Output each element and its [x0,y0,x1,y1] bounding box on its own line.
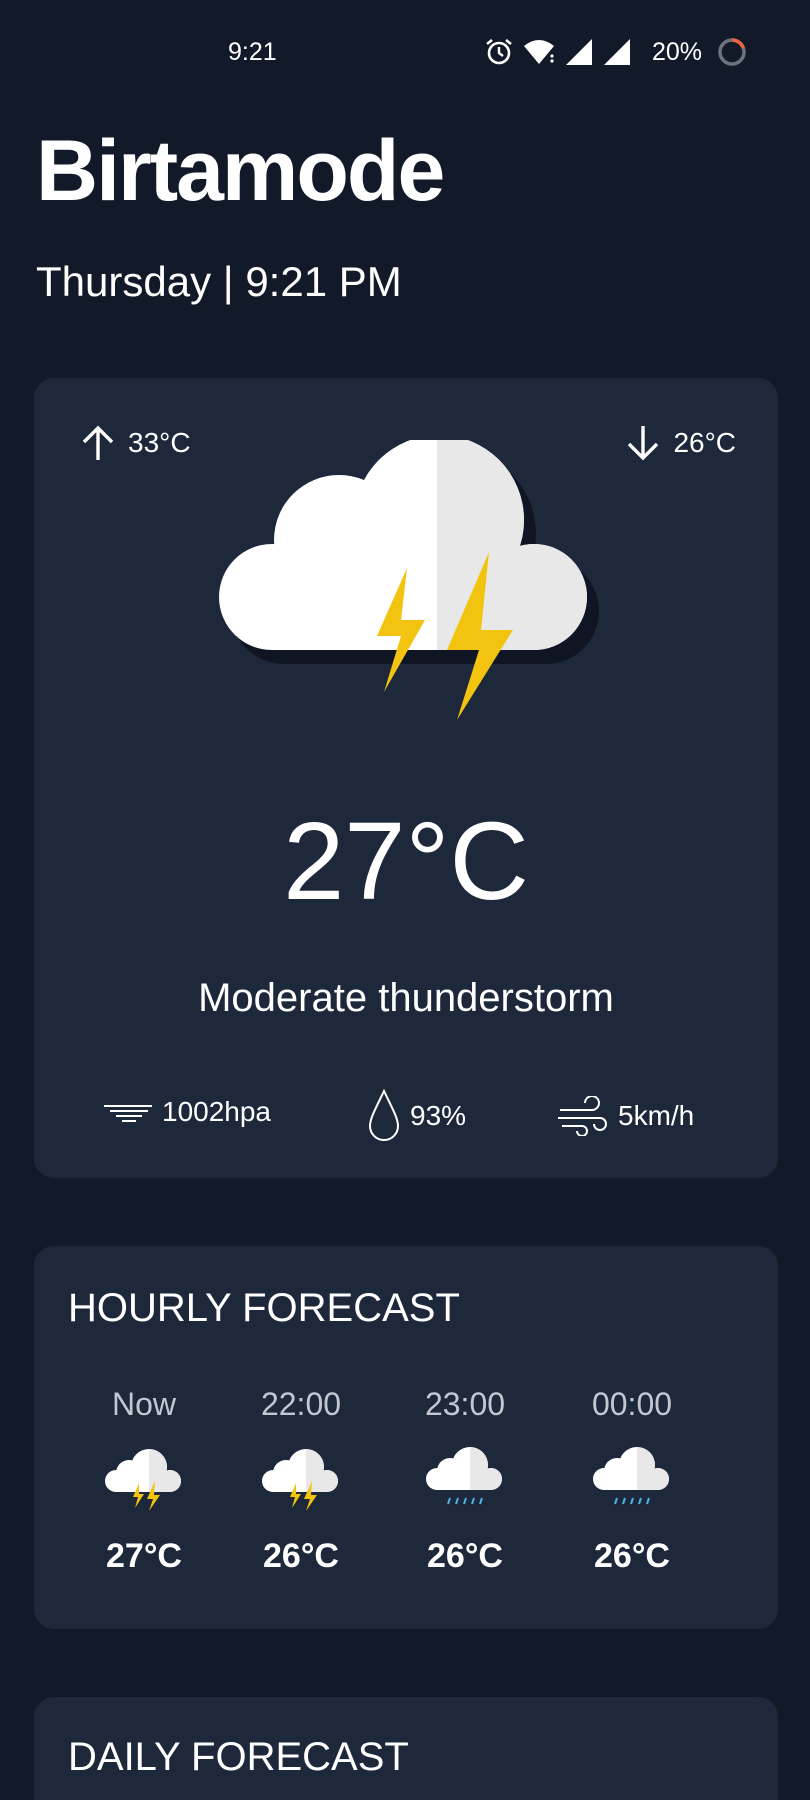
pressure-stat: 1002hpa [102,1096,271,1128]
arrow-up-icon [82,425,114,460]
status-icons: 20% [484,36,748,68]
weather-condition: Moderate thunderstorm [198,976,614,1020]
hourly-forecast-title: HOURLY FORECAST [68,1286,460,1330]
daily-forecast-title: DAILY FORECAST [68,1735,409,1779]
pressure-value: 1002hpa [162,1096,272,1127]
wifi-icon [523,40,554,64]
rain-icon [426,1447,502,1505]
humidity-value: 93% [410,1100,467,1131]
hourly-temp: 26°C [427,1537,503,1575]
current-temperature: 27°C [283,800,529,923]
hourly-item: 00:00 26°C [572,1386,692,1576]
hourly-temp: 26°C [594,1537,670,1575]
weather-stats: 1002hpa 93% 5km/h [34,1088,778,1148]
date-time: Thursday | 9:21 PM [36,258,402,305]
thunderstorm-icon [219,440,599,720]
hourly-forecast-card: HOURLY FORECAST Now 27°C 22:00 26°C 23:0… [34,1246,778,1629]
battery-ring-icon [718,38,746,66]
hourly-time: 22:00 [260,1386,342,1422]
wind-stat: 5km/h [556,1096,694,1136]
wind-icon [558,1096,607,1136]
hourly-temp: 26°C [263,1537,339,1575]
wind-value: 5km/h [618,1100,695,1131]
hourly-temp: 27°C [106,1537,182,1575]
hourly-item: Now 27°C [84,1386,204,1576]
rain-icon [593,1447,669,1505]
pressure-icon [104,1105,152,1122]
thunderstorm-icon [262,1449,338,1511]
high-temp: 33°C [80,424,191,462]
hourly-item: 22:00 26°C [241,1386,361,1576]
status-time: 9:21 [228,38,277,66]
hourly-time: 23:00 [424,1386,506,1422]
alarm-icon [486,38,512,65]
signal-icon [565,39,592,65]
status-bar: 9:21 20% [0,0,810,108]
low-temp-value: 26°C [673,427,736,458]
hourly-item: 23:00 26°C [405,1386,525,1576]
thunderstorm-icon [105,1449,181,1511]
high-temp-value: 33°C [128,427,191,458]
battery-percentage: 20% [651,37,702,66]
weather-app-screen: 9:21 20% Birtamode Thursday | 9:21 PM 33… [0,0,810,1800]
location-title: Birtamode [36,123,445,219]
water-drop-icon [368,1088,400,1141]
signal-icon [603,39,630,65]
daily-forecast-card: DAILY FORECAST [34,1697,778,1800]
current-weather-card: 33°C 26°C 27°C Moderate thunderstorm 100… [34,378,778,1178]
hourly-time: Now [111,1386,176,1422]
humidity-stat: 93% [366,1088,466,1144]
hourly-time: 00:00 [591,1386,673,1422]
